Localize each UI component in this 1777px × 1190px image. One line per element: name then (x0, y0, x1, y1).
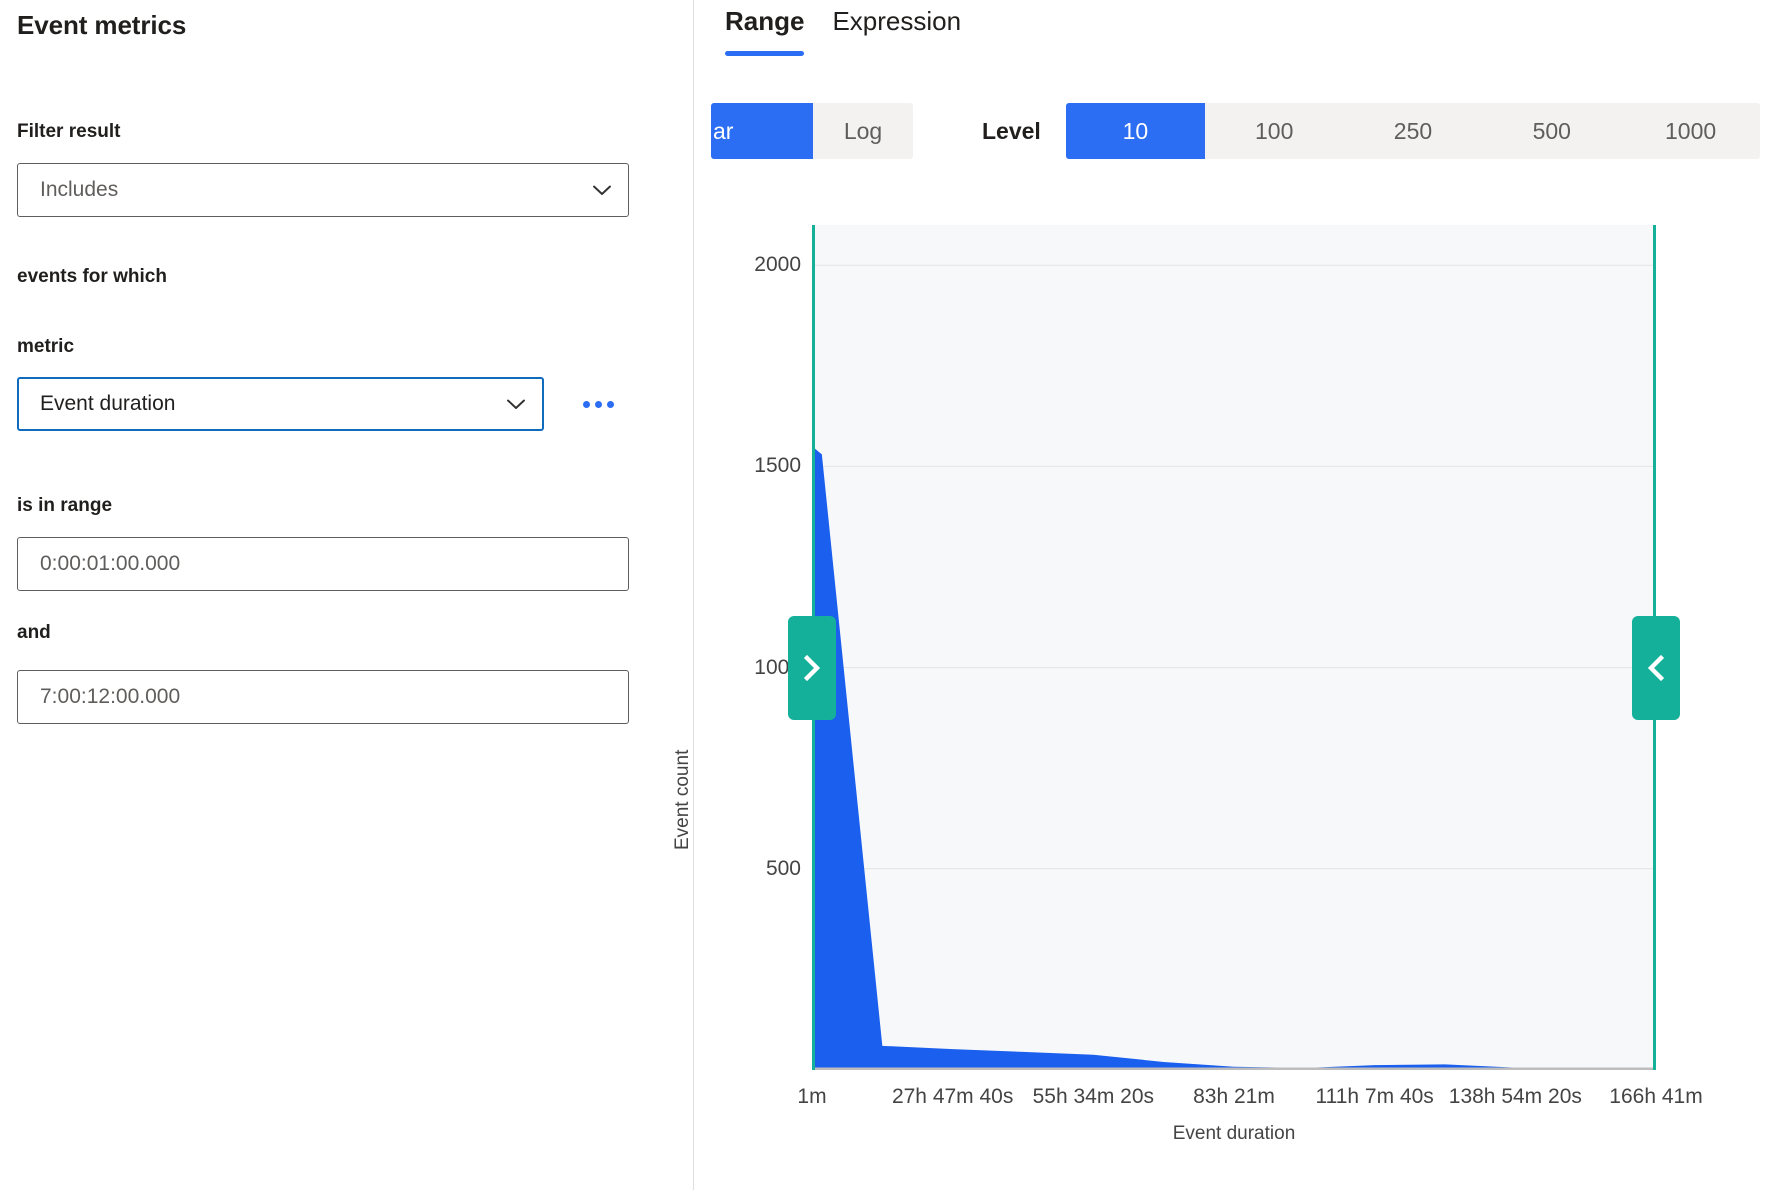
level-option-10[interactable]: 10 (1066, 103, 1205, 159)
chevron-right-icon (799, 653, 825, 683)
tab-active-indicator (725, 51, 804, 56)
level-option-10-label: 10 (1123, 118, 1149, 145)
scale-option-log[interactable]: Log (813, 103, 913, 159)
level-option-250-label: 250 (1394, 118, 1432, 145)
level-option-1000[interactable]: 1000 (1621, 103, 1760, 159)
events-for-which-label: events for which (17, 266, 167, 288)
level-label: Level (982, 103, 1041, 159)
level-option-500[interactable]: 500 (1482, 103, 1621, 159)
event-metrics-screen: Event metrics Filter result Includes eve… (0, 0, 1777, 1190)
x-tick-label: 55h 34m 20s (1033, 1085, 1154, 1109)
x-tick-label: 83h 21m (1193, 1085, 1275, 1109)
scale-toggle-group: ar Log (711, 103, 913, 159)
page-title: Event metrics (17, 10, 186, 41)
plot-area[interactable] (812, 225, 1656, 1070)
range-handle-right[interactable] (1632, 616, 1680, 720)
y-tick-label: 500 (766, 857, 801, 881)
y-tick-label: 2000 (754, 253, 801, 277)
event-metrics-panel: Event metrics Filter result Includes eve… (0, 0, 694, 1190)
x-tick-label: 111h 7m 40s (1316, 1085, 1434, 1109)
tab-expression-label: Expression (832, 6, 961, 36)
level-toggle-group: 10 100 250 500 1000 (1066, 103, 1760, 159)
tab-expression[interactable]: Expression (818, 0, 975, 37)
level-option-100[interactable]: 100 (1205, 103, 1344, 159)
range-from-input[interactable]: 0:00:01:00.000 (17, 537, 629, 591)
scale-option-linear[interactable]: ar (711, 103, 813, 159)
ellipsis-dot-2 (595, 401, 602, 408)
chevron-left-icon (1643, 653, 1669, 683)
range-visualization-panel: Range Expression ar Log Level 10 (694, 0, 1777, 1190)
metric-select[interactable]: Event duration (17, 377, 544, 431)
is-in-range-label: is in range (17, 495, 112, 517)
filter-result-label: Filter result (17, 121, 120, 143)
ellipsis-dot-3 (607, 401, 614, 408)
range-to-value: 7:00:12:00.000 (40, 685, 180, 709)
scale-option-linear-label: ar (713, 118, 733, 145)
y-axis-title: Event count (672, 750, 694, 850)
x-tick-label: 27h 47m 40s (892, 1085, 1013, 1109)
x-axis-ticks: 1m 27h 47m 40s 55h 34m 20s 83h 21m 111h 7m 4… (694, 1085, 1777, 1119)
event-duration-histogram: Event count 500100015002000 1m27h 47m 40… (694, 225, 1777, 1165)
level-option-500-label: 500 (1533, 118, 1571, 145)
y-tick-label: 1500 (754, 454, 801, 478)
area-series (812, 225, 1656, 1070)
level-option-250[interactable]: 250 (1344, 103, 1483, 159)
metric-label: metric (17, 336, 74, 358)
chevron-down-icon (588, 176, 616, 204)
range-handle-left[interactable] (788, 616, 836, 720)
metric-value: Event duration (40, 392, 502, 416)
x-tick-label: 166h 41m (1609, 1085, 1702, 1109)
ellipsis-dot-1 (583, 401, 590, 408)
level-option-100-label: 100 (1255, 118, 1293, 145)
tab-range-label: Range (725, 6, 804, 36)
range-from-value: 0:00:01:00.000 (40, 552, 180, 576)
chart-toolbar: ar Log Level 10 100 250 500 (694, 103, 1777, 159)
range-to-input[interactable]: 7:00:12:00.000 (17, 670, 629, 724)
tab-range[interactable]: Range (711, 0, 818, 37)
scale-option-log-label: Log (844, 118, 882, 145)
x-tick-label: 138h 54m 20s (1449, 1085, 1582, 1109)
filter-result-value: Includes (40, 178, 588, 202)
area-fill (812, 446, 1656, 1070)
ellipsis-icon[interactable] (578, 385, 618, 423)
filter-result-select[interactable]: Includes (17, 163, 629, 217)
x-tick-label: 1m (797, 1085, 826, 1109)
level-option-1000-label: 1000 (1665, 118, 1716, 145)
x-axis-title: Event duration (812, 1123, 1656, 1145)
chevron-down-icon (502, 390, 530, 418)
tab-bar: Range Expression (711, 0, 975, 70)
and-label: and (17, 622, 51, 644)
